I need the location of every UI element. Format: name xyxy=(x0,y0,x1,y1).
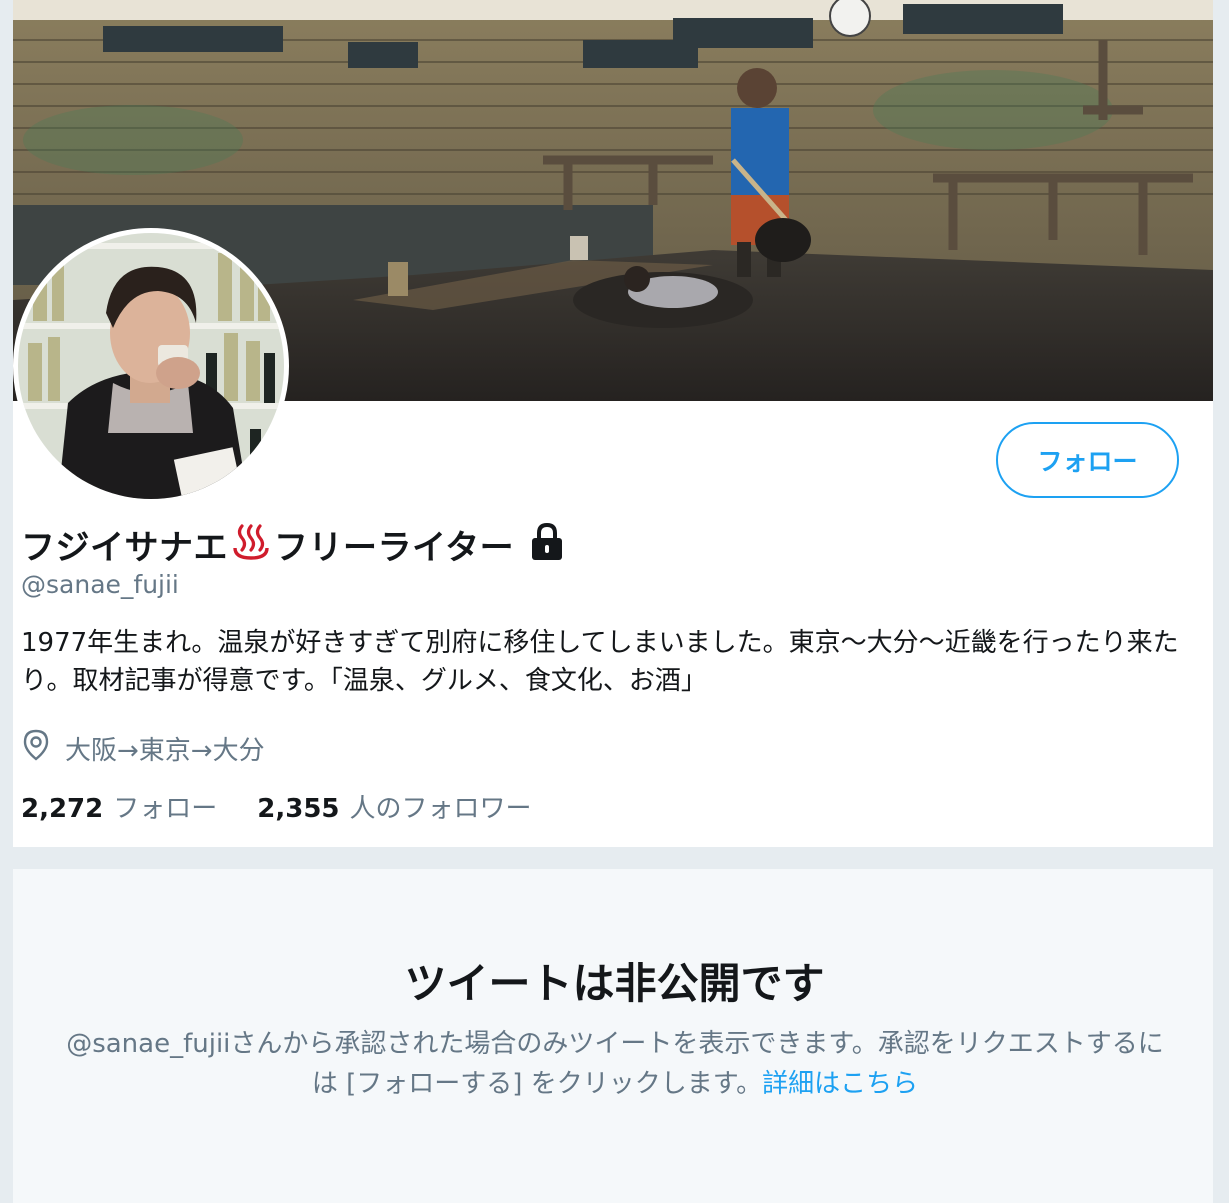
avatar[interactable] xyxy=(13,228,289,504)
lock-icon xyxy=(526,521,568,567)
private-tweets-title: ツイートは非公開です xyxy=(404,959,825,1008)
profile-location: 大阪→東京→大分 xyxy=(21,728,265,768)
private-tweets-description: @sanae_fujiiさんから承認された場合のみツイートを表示できます。承認を… xyxy=(60,1024,1170,1104)
following-label: フォロー xyxy=(113,793,218,824)
location-pin-icon xyxy=(21,729,51,768)
followers-stat[interactable]: 2,355 人のフォロワー xyxy=(257,788,531,825)
profile-handle: @sanae_fujii xyxy=(21,570,179,599)
follow-button[interactable]: フォロー xyxy=(996,422,1179,498)
following-stat[interactable]: 2,272 フォロー xyxy=(21,788,217,825)
profile-bio: 1977年生まれ。温泉が好きすぎて別府に移住してしまいました。東京〜大分〜近畿を… xyxy=(21,628,1179,696)
learn-more-link[interactable]: 詳細はこちら xyxy=(762,1069,918,1099)
followers-count: 2,355 xyxy=(257,793,340,824)
followers-label: 人のフォロワー xyxy=(349,793,532,824)
profile-stats: 2,272 フォロー 2,355 人のフォロワー xyxy=(21,786,572,826)
following-count: 2,272 xyxy=(21,793,104,824)
location-text: 大阪→東京→大分 xyxy=(65,735,265,766)
onsen-icon xyxy=(231,522,271,566)
private-tweets-text: @sanae_fujiiさんから承認された場合のみツイートを表示できます。承認を… xyxy=(66,1029,1164,1099)
display-name-suffix: フリーライター xyxy=(274,527,515,568)
profile-name-row: フジイサナエ フリーライター xyxy=(21,519,568,569)
display-name: フジイサナエ xyxy=(21,527,228,568)
